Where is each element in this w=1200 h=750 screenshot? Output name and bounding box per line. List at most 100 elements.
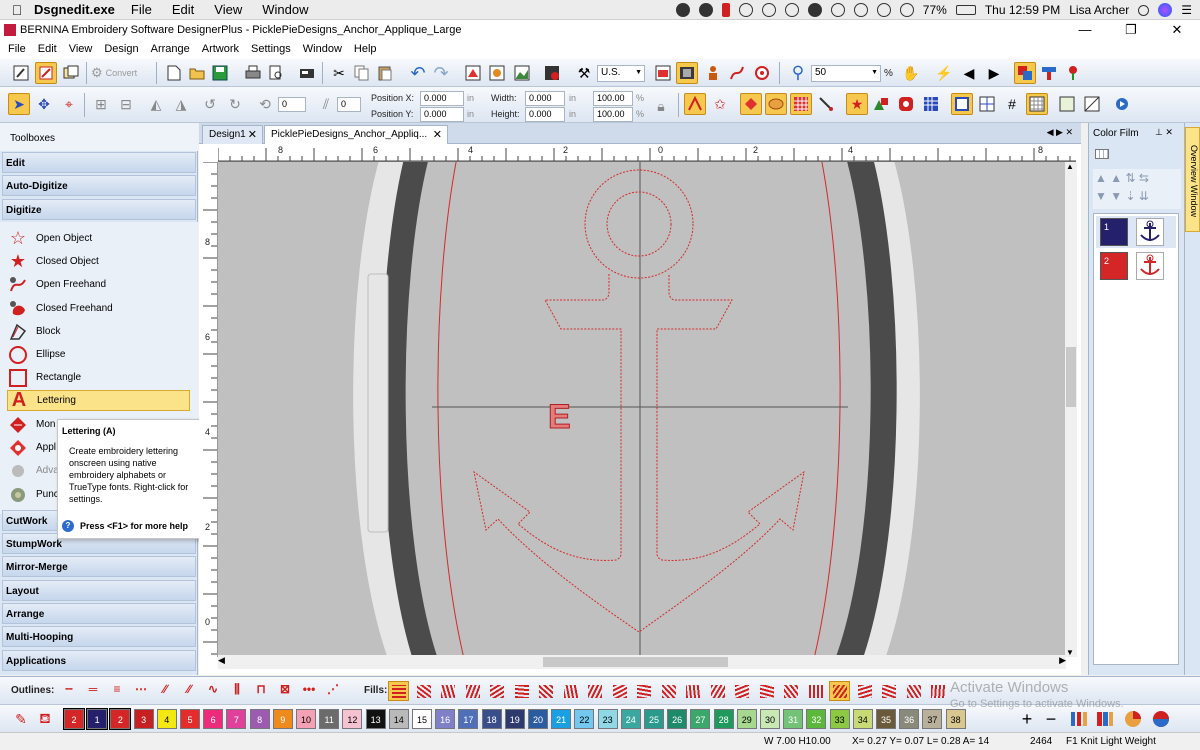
outline-stitch-icon[interactable]: ⫼ [226,682,248,700]
fill-stitch-icon[interactable] [388,681,409,701]
status-bluetooth-icon[interactable] [853,3,868,17]
palette-swatch[interactable]: 15 [412,709,432,729]
rotate-left-button[interactable]: ↺ [199,93,221,115]
move-down-icon[interactable]: ▼ [1095,189,1107,203]
lock-proportions-button[interactable]: 🔒︎ [650,95,672,117]
renumber-icon[interactable]: ⇣ [1125,189,1135,203]
palette-swatch[interactable]: 23 [597,709,618,729]
fill-stitch-icon[interactable] [927,681,948,701]
design-canvas[interactable]: E [218,162,1066,655]
fill-stitch-icon[interactable] [707,681,728,701]
palette-swatch[interactable]: 8 [249,709,270,729]
notification-center-icon[interactable]: ☰ [1181,3,1192,17]
status-app2-icon[interactable] [698,3,713,17]
toolbox-digitize[interactable]: Digitize [2,199,196,220]
outline-stitch-icon[interactable]: ∕∕ [154,682,176,700]
mac-menu-edit[interactable]: Edit [172,2,194,17]
background-button[interactable] [1056,93,1078,115]
menu-file[interactable]: File [2,43,32,55]
undo-button[interactable]: ↶ [407,62,429,84]
position-x-input[interactable]: 0.000 [420,91,464,106]
tab-navigation[interactable]: ◀ ▶ ✕ [1047,127,1073,138]
quilt-button[interactable] [1062,62,1084,84]
guide-button[interactable] [976,93,998,115]
scroll-down-icon[interactable]: ▼ [1066,648,1074,657]
thread-chart-button[interactable] [1068,708,1090,730]
outline-stitch-icon[interactable]: ╌ [58,682,80,700]
mirror-vertical-button[interactable]: ◭ [145,93,167,115]
fill-stitch-icon[interactable] [560,681,581,701]
rotate-right-button[interactable]: ↻ [224,93,246,115]
convert-button[interactable]: ⚙ Convert [90,62,150,84]
palette-swatch[interactable]: 14 [388,709,409,729]
fine-grid-button[interactable] [1026,93,1048,115]
outline-stitch-icon[interactable]: ⋰ [322,682,344,700]
grid-fill-button[interactable] [790,93,812,115]
palette-swatch[interactable]: 38 [945,709,966,729]
sort-icon[interactable]: ⇅ [1125,171,1135,185]
tool-closed-object[interactable]: ★ Closed Object [7,251,190,272]
status-app-icon[interactable] [675,3,690,17]
zoom-button[interactable]: ⚲ [787,62,809,84]
pan-button[interactable]: ✋ [900,62,922,84]
mac-menu-file[interactable]: File [131,2,152,17]
fill-stitch-icon[interactable] [854,681,875,701]
fill-stitch-icon[interactable] [805,681,826,701]
palette-swatch[interactable]: 25 [644,709,664,729]
palette-swatch[interactable]: 26 [667,709,688,729]
palette-swatch[interactable]: 28 [713,709,734,729]
remove-color-button[interactable]: − [1040,708,1062,730]
select-object-button[interactable]: ➤ [8,93,30,115]
scale-height-input[interactable]: 100.00 [593,107,633,122]
spotlight-icon[interactable] [1138,4,1150,16]
status-clock-icon[interactable] [830,3,845,17]
status-info-icon[interactable] [784,3,799,17]
previous-button[interactable]: ◀ [958,62,980,84]
stop-button[interactable] [541,62,563,84]
palette-swatch[interactable]: 17 [458,709,479,729]
toolbox-arrange[interactable]: Arrange [2,603,196,624]
palette-swatch[interactable]: 6 [203,709,224,729]
palette-swatch[interactable]: 35 [876,709,896,729]
scroll-right-icon[interactable]: ▶ [1059,655,1066,666]
horizontal-scroll-thumb[interactable] [543,657,728,667]
hoop-mode-button[interactable] [60,62,82,84]
fill-stitch-icon[interactable] [413,681,434,701]
palette-swatch[interactable]: 20 [528,709,548,729]
panel-pin-icon[interactable]: ⊥ ✕ [1155,127,1173,138]
palette-swatch[interactable]: 27 [690,709,711,729]
split-icon[interactable]: ⇆ [1139,171,1149,185]
palette-swatch[interactable]: 34 [852,709,873,729]
palette-swatch[interactable]: 21 [551,709,572,729]
vertical-scroll-thumb[interactable] [1066,347,1076,407]
stitch-player-run-button[interactable] [1111,93,1133,115]
open-button[interactable] [186,62,208,84]
fill-stitch-icon[interactable] [535,681,556,701]
outline-stitch-icon[interactable]: ⊓ [250,682,272,700]
travel-button[interactable] [815,93,837,115]
menu-view[interactable]: View [63,43,99,55]
status-volume-icon[interactable] [899,3,914,17]
thread-color-button[interactable] [1094,708,1116,730]
options-button[interactable]: ⚒ [573,62,595,84]
status-pause-icon[interactable] [721,3,730,17]
palette-swatch[interactable]: 7 [226,709,247,729]
status-skype-icon[interactable] [807,3,822,17]
scroll-left-icon[interactable]: ◀ [218,655,225,666]
clock-text[interactable]: Thu 12:59 PM [985,3,1060,17]
show-grid-button[interactable] [951,93,973,115]
menu-edit[interactable]: Edit [32,43,63,55]
scale-down-button[interactable]: ⊟ [115,93,137,115]
mirror-horizontal-button[interactable]: ◮ [170,93,192,115]
picture-button[interactable] [511,62,533,84]
outline-stitch-icon[interactable]: ⊠ [274,682,296,700]
fill-stitch-icon[interactable] [609,681,630,701]
toolbox-auto-digitize[interactable]: Auto-Digitize [2,175,196,196]
fill-stitch-icon[interactable] [511,681,532,701]
scale-up-button[interactable]: ⊞ [90,93,112,115]
zoom-input[interactable]: 50 ▼ [811,65,881,82]
palette-swatch[interactable]: 1 [86,708,109,730]
move-top-icon[interactable]: ▲ [1110,171,1122,185]
menu-help[interactable]: Help [348,43,383,55]
palette-swatch[interactable]: 22 [574,709,595,729]
